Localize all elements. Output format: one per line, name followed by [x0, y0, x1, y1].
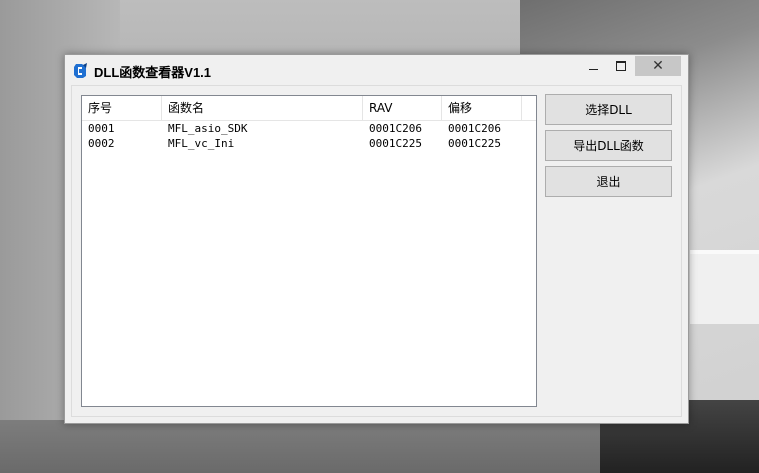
cell-rav: 0001C225: [369, 137, 422, 150]
background-shelf: [690, 250, 759, 324]
close-button[interactable]: ✕: [635, 56, 681, 76]
cell-function-name: MFL_vc_Ini: [168, 137, 235, 150]
app-window: DLL函数查看器V1.1 ✕ 序号 函数名 RAV 偏移 0001 MFL_as…: [64, 54, 689, 424]
column-header-filler: [522, 96, 536, 120]
cell-index: 0002: [88, 137, 115, 150]
maximize-icon: [616, 61, 626, 71]
column-header-function-name[interactable]: 函数名: [162, 96, 363, 120]
cell-rav: 0001C206: [369, 122, 422, 135]
column-header-offset[interactable]: 偏移: [442, 96, 522, 120]
app-logo-icon: [73, 63, 89, 79]
list-header: 序号 函数名 RAV 偏移: [82, 96, 536, 121]
client-area: 序号 函数名 RAV 偏移 0001 MFL_asio_SDK 0001C206…: [71, 85, 682, 417]
column-header-rav[interactable]: RAV: [363, 96, 442, 120]
close-icon: ✕: [652, 58, 664, 74]
cell-offset: 0001C225: [448, 137, 501, 150]
title-bar[interactable]: DLL函数查看器V1.1 ✕: [65, 55, 688, 85]
background-floor: [0, 420, 620, 473]
column-header-index[interactable]: 序号: [82, 96, 162, 120]
cell-index: 0001: [88, 122, 115, 135]
minimize-button[interactable]: [579, 56, 607, 76]
function-list[interactable]: 序号 函数名 RAV 偏移 0001 MFL_asio_SDK 0001C206…: [81, 95, 537, 407]
cell-function-name: MFL_asio_SDK: [168, 122, 248, 135]
table-row[interactable]: 0002 MFL_vc_Ini 0001C225 0001C225: [82, 136, 536, 151]
minimize-icon: [588, 68, 598, 70]
export-dll-functions-button[interactable]: 导出DLL函数: [545, 130, 672, 161]
list-rows: 0001 MFL_asio_SDK 0001C206 0001C206 0002…: [82, 121, 536, 151]
exit-button[interactable]: 退出: [545, 166, 672, 197]
window-title: DLL函数查看器V1.1: [94, 65, 212, 80]
select-dll-button[interactable]: 选择DLL: [545, 94, 672, 125]
table-row[interactable]: 0001 MFL_asio_SDK 0001C206 0001C206: [82, 121, 536, 136]
cell-offset: 0001C206: [448, 122, 501, 135]
maximize-button[interactable]: [607, 56, 635, 76]
